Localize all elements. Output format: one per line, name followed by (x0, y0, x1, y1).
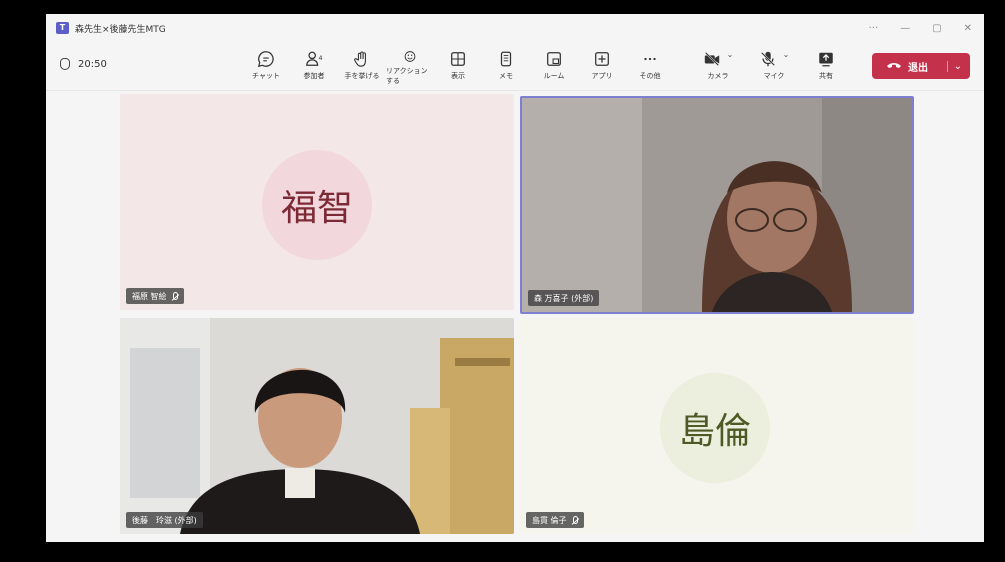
participant-name-tag: 後藤 玲滋 (外部) (126, 512, 203, 528)
more-button[interactable]: その他 (626, 46, 674, 86)
mic-options-chevron-icon[interactable]: ⌄ (783, 50, 790, 59)
more-options-icon[interactable]: ··· (869, 23, 879, 34)
notes-button[interactable]: メモ (482, 46, 530, 86)
people-icon: 4 (306, 51, 323, 66)
phone-hangup-icon (886, 60, 902, 73)
window-title: 森先生×後藤先生MTG (75, 24, 166, 35)
participant-name-tag: 福原 智絵 (126, 288, 184, 304)
shield-icon (60, 58, 70, 70)
leave-options-chevron-icon[interactable]: ⌄ (946, 60, 962, 72)
title-bar: T 森先生×後藤先生MTG ··· — ▢ ✕ (46, 14, 984, 42)
participant-tile[interactable]: 島倫 島貫 倫子 (520, 318, 914, 534)
reactions-button[interactable]: リアクションする (386, 46, 434, 86)
participant-tile[interactable]: 後藤 玲滋 (外部) (120, 318, 514, 534)
minimize-button[interactable]: — (900, 23, 910, 34)
camera-button[interactable]: ⌄ カメラ (690, 46, 746, 86)
view-button[interactable]: 表示 (434, 46, 482, 86)
participant-name-tag: 森 万喜子 (外部) (528, 290, 600, 306)
meeting-timer: 20:50 (60, 58, 107, 70)
ellipsis-icon (644, 57, 656, 61)
grid-view-icon (451, 52, 465, 66)
share-screen-icon (819, 52, 833, 67)
share-button[interactable]: 共有 (802, 46, 850, 86)
participant-avatar: 福智 (262, 150, 372, 260)
maximize-button[interactable]: ▢ (932, 23, 941, 34)
teams-window: T 森先生×後藤先生MTG ··· — ▢ ✕ 20:50 チャット 4 参加者 (46, 14, 984, 542)
chat-button[interactable]: チャット (242, 46, 290, 86)
rooms-icon (547, 52, 561, 66)
mic-muted-icon (172, 292, 178, 300)
apps-button[interactable]: アプリ (578, 46, 626, 86)
add-app-icon (595, 52, 609, 66)
leave-label: 退出 (908, 62, 928, 74)
teams-logo-icon: T (56, 22, 69, 34)
notes-icon (500, 51, 512, 67)
camera-options-chevron-icon[interactable]: ⌄ (727, 50, 734, 59)
participants-button[interactable]: 4 参加者 (290, 46, 338, 86)
leave-button[interactable]: 退出 ⌄ (872, 53, 970, 79)
mic-button[interactable]: ⌄ マイク (746, 46, 802, 86)
smiley-icon (404, 51, 416, 62)
participant-tile[interactable]: 福智 福原 智絵 (120, 94, 514, 310)
mic-off-icon (760, 51, 775, 67)
hand-icon (354, 51, 366, 67)
participant-video (522, 98, 912, 312)
close-button[interactable]: ✕ (964, 23, 972, 34)
meeting-toolbar: 20:50 チャット 4 参加者 手を挙げる リアクションする 表示 メモ ルー… (46, 42, 984, 91)
participant-name-tag: 島貫 倫子 (526, 512, 584, 528)
rooms-button[interactable]: ルーム (530, 46, 578, 86)
subtitle-strip-cropped (0, 544, 1005, 562)
participant-avatar: 島倫 (660, 373, 770, 483)
chat-icon (257, 51, 274, 68)
raise-hand-button[interactable]: 手を挙げる (338, 46, 386, 86)
elapsed-time: 20:50 (78, 58, 107, 70)
mic-muted-icon (572, 516, 578, 524)
camera-off-icon (704, 51, 719, 67)
participant-tile-active-speaker[interactable]: 森 万喜子 (外部) (520, 96, 914, 314)
svg-text:4: 4 (319, 55, 323, 62)
video-grid: 福智 福原 智絵 森 万喜子 (外部) 後藤 玲滋 (外部) 島倫 島貫 倫子 (120, 94, 914, 539)
participant-video (120, 318, 514, 534)
